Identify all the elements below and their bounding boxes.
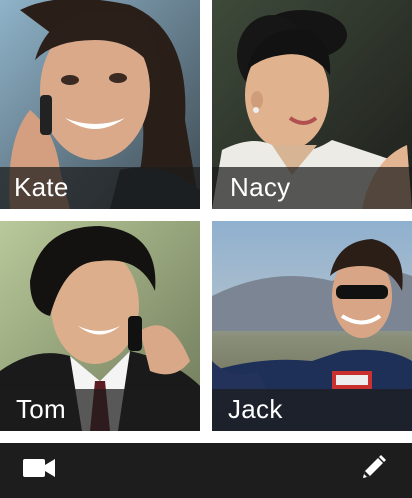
contact-name: Kate	[14, 172, 69, 202]
edit-button[interactable]	[356, 454, 390, 487]
contact-tile-tom[interactable]: Tom	[0, 221, 200, 431]
video-camera-icon	[22, 457, 56, 484]
bottom-toolbar	[0, 443, 412, 498]
name-overlay: Tom	[0, 389, 200, 431]
contact-tile-kate[interactable]: Kate	[0, 0, 200, 209]
contact-name: Nacy	[230, 172, 291, 202]
name-overlay: Jack	[212, 389, 412, 431]
contact-name: Jack	[228, 394, 283, 424]
name-overlay: Nacy	[212, 167, 412, 209]
video-call-button[interactable]	[22, 455, 56, 485]
pencil-icon	[359, 454, 387, 487]
contact-tile-nacy[interactable]: Nacy	[212, 0, 412, 209]
contact-tile-jack[interactable]: Jack	[212, 221, 412, 431]
contact-name: Tom	[16, 394, 67, 424]
name-overlay: Kate	[0, 167, 200, 209]
